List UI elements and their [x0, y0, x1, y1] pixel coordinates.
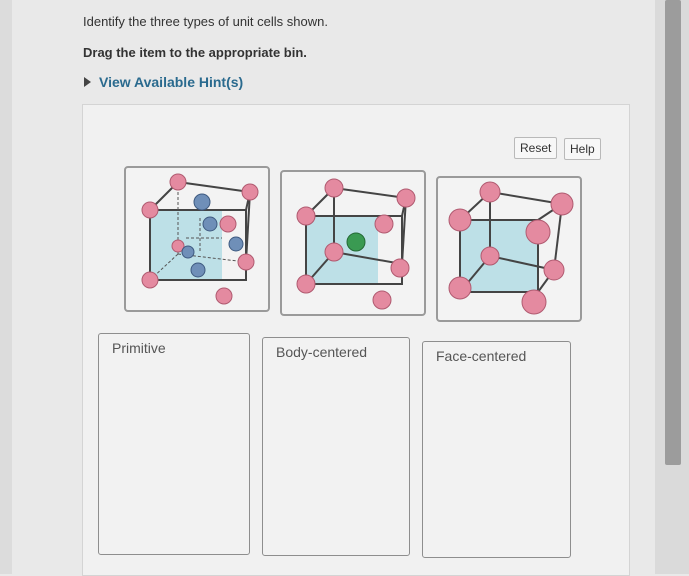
unit-cell-2-image	[296, 178, 416, 310]
bin-face-centered[interactable]: Face-centered	[422, 341, 571, 558]
bin-label-body-centered: Body-centered	[276, 344, 368, 360]
question-instruction: Drag the item to the appropriate bin.	[83, 45, 307, 60]
scrollbar-thumb[interactable]	[665, 0, 681, 465]
bin-primitive[interactable]: Primitive	[98, 333, 250, 555]
unit-cell-tile-1[interactable]	[124, 166, 270, 312]
unit-cell-3-image	[448, 181, 574, 315]
bin-label-primitive: Primitive	[112, 340, 166, 356]
bin-body-centered[interactable]: Body-centered	[262, 337, 410, 556]
caret-right-icon	[84, 77, 91, 87]
unit-cell-tile-3[interactable]	[436, 176, 582, 322]
left-margin	[0, 0, 12, 574]
help-button[interactable]: Help	[564, 138, 601, 160]
unit-cell-tile-2[interactable]	[280, 170, 426, 316]
reset-button[interactable]: Reset	[514, 137, 558, 159]
scrollbar[interactable]	[655, 0, 689, 574]
unit-cell-1-image	[141, 173, 259, 305]
hint-link-label: View Available Hint(s)	[99, 74, 244, 90]
hint-toggle[interactable]: View Available Hint(s)	[84, 74, 243, 90]
bin-label-face-centered: Face-centered	[436, 348, 527, 364]
question-prompt: Identify the three types of unit cells s…	[83, 14, 328, 29]
